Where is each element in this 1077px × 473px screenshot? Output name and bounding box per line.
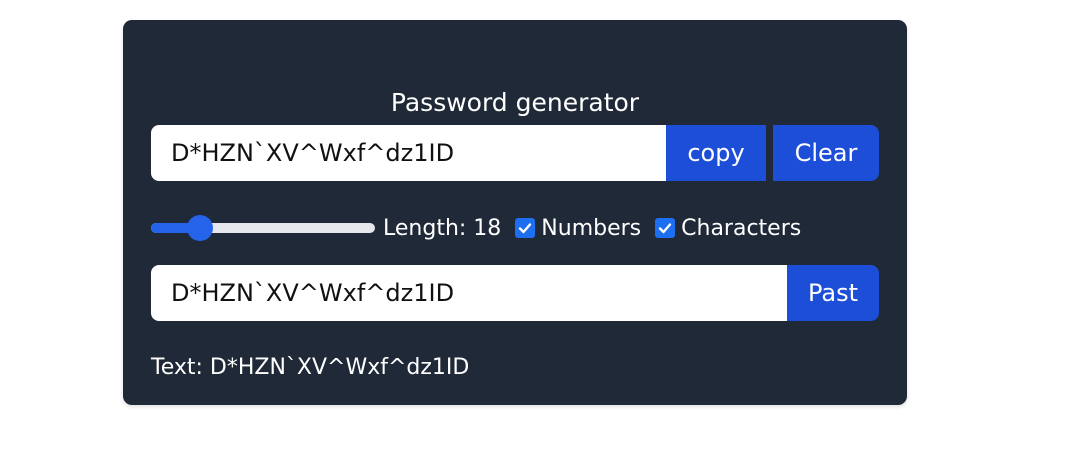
length-label: Length: 18 [383, 215, 502, 241]
slider-thumb[interactable] [187, 215, 213, 241]
button-divider [766, 125, 773, 181]
clear-button[interactable]: Clear [773, 125, 879, 181]
password-output-row: copy Clear [151, 125, 879, 181]
length-slider[interactable] [151, 215, 375, 241]
page-title: Password generator [390, 88, 640, 117]
characters-label: Characters [681, 215, 802, 241]
numbers-checkbox[interactable] [515, 218, 536, 238]
paste-input[interactable] [151, 265, 787, 321]
copy-button[interactable]: copy [666, 125, 766, 181]
check-icon [658, 223, 672, 234]
password-generator-card: Password generator copy Clear Length: 18… [123, 20, 907, 405]
password-output-field[interactable] [151, 125, 666, 181]
options-row: Length: 18 Numbers Characters [151, 211, 815, 245]
numbers-label: Numbers [541, 215, 642, 241]
check-icon [519, 223, 532, 234]
result-text: Text: D*HZN`XV^Wxf^dz1ID [151, 355, 470, 380]
past-button[interactable]: Past [787, 265, 879, 321]
characters-checkbox[interactable] [655, 218, 676, 238]
paste-row: Past [151, 265, 879, 321]
